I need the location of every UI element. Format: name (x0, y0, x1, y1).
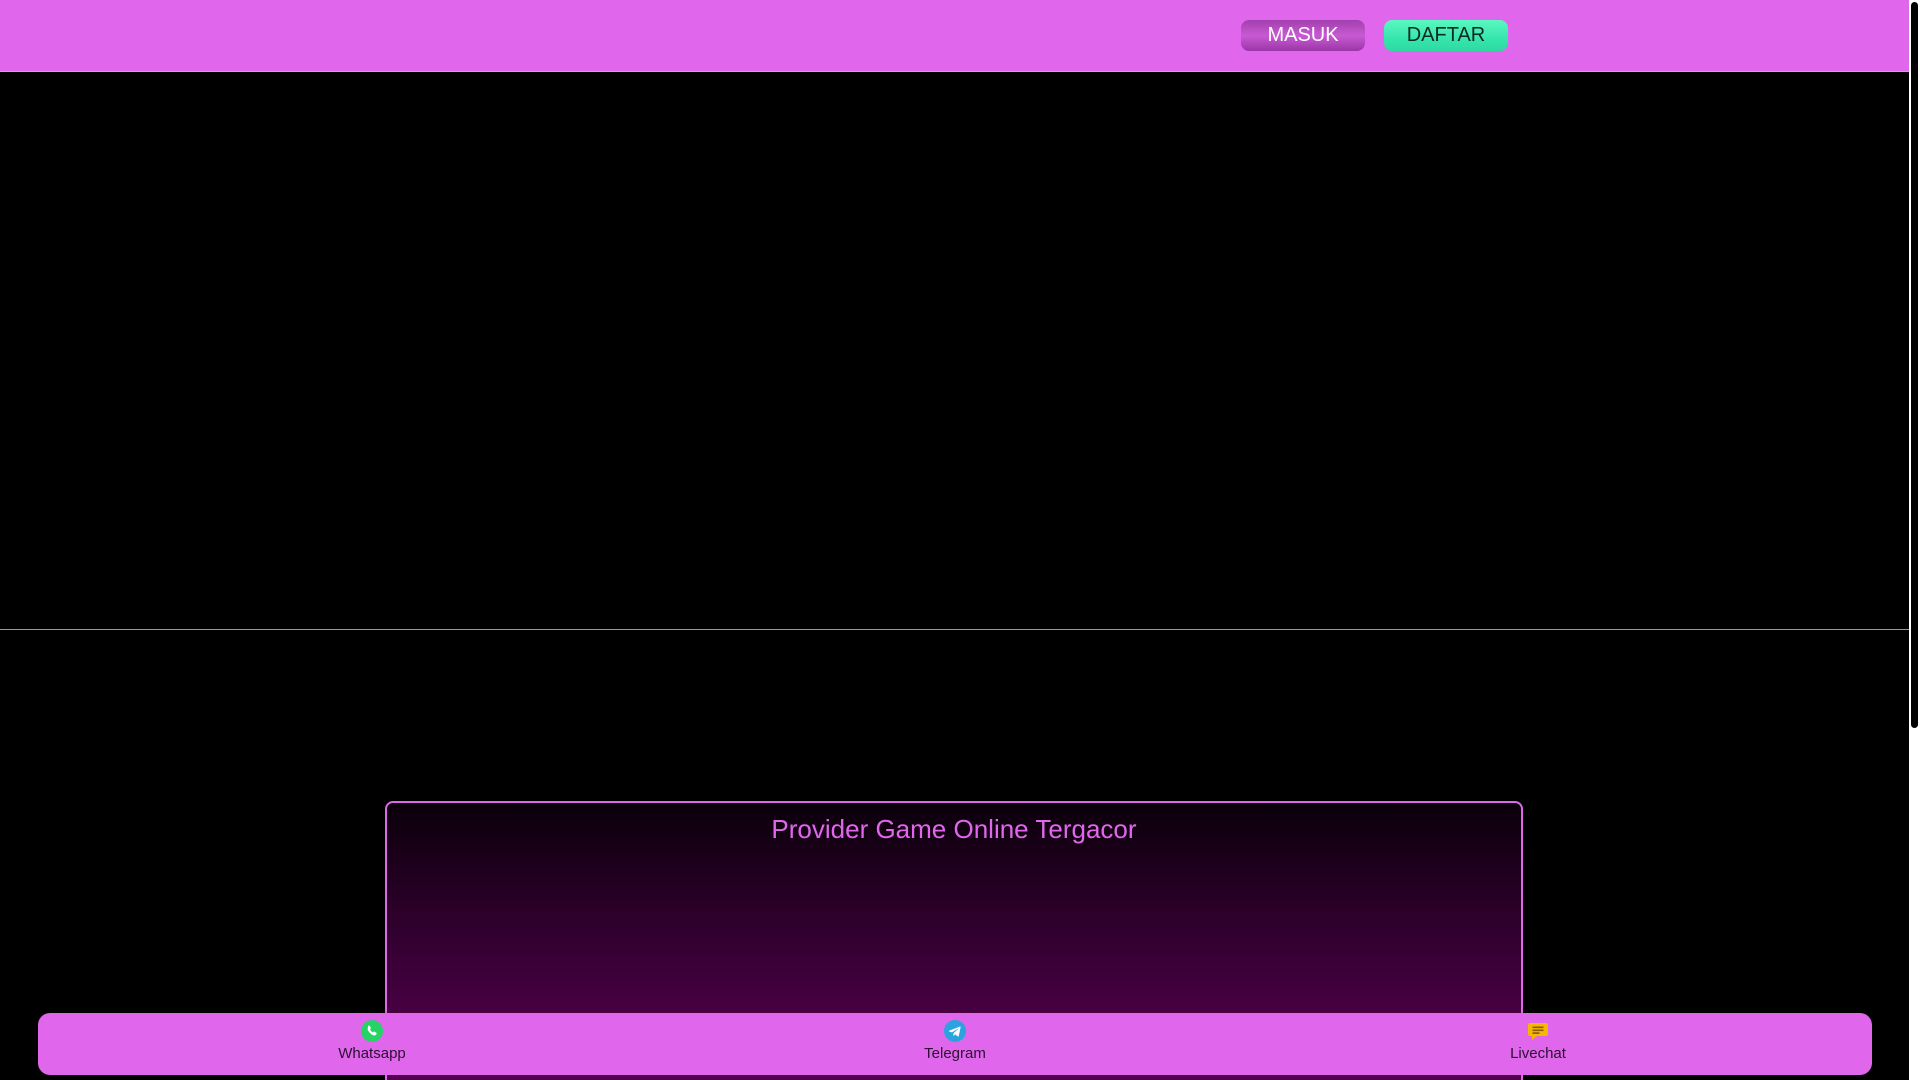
hero-banner (0, 72, 1909, 630)
whatsapp-label: Whatsapp (338, 1045, 406, 1062)
top-header: MASUK DAFTAR (0, 0, 1909, 72)
livechat-icon (1528, 1023, 1548, 1040)
provider-title: Provider Game Online Tergacor (771, 814, 1137, 844)
telegram-link[interactable]: Telegram (875, 1019, 1035, 1069)
scrollbar-thumb[interactable] (1911, 2, 1918, 728)
telegram-label: Telegram (924, 1045, 986, 1062)
login-button[interactable]: MASUK (1241, 20, 1365, 51)
livechat-label: Livechat (1510, 1045, 1566, 1062)
whatsapp-icon (361, 1020, 383, 1042)
telegram-icon (944, 1020, 966, 1042)
whatsapp-link[interactable]: Whatsapp (292, 1019, 452, 1069)
page: MASUK DAFTAR Provider Game Online Tergac… (0, 0, 1920, 1080)
vertical-scrollbar[interactable] (1909, 0, 1920, 1080)
bottom-contact-bar: Whatsapp Telegram Livechat (38, 1013, 1872, 1075)
register-button[interactable]: DAFTAR (1384, 20, 1508, 51)
livechat-link[interactable]: Livechat (1458, 1019, 1618, 1069)
